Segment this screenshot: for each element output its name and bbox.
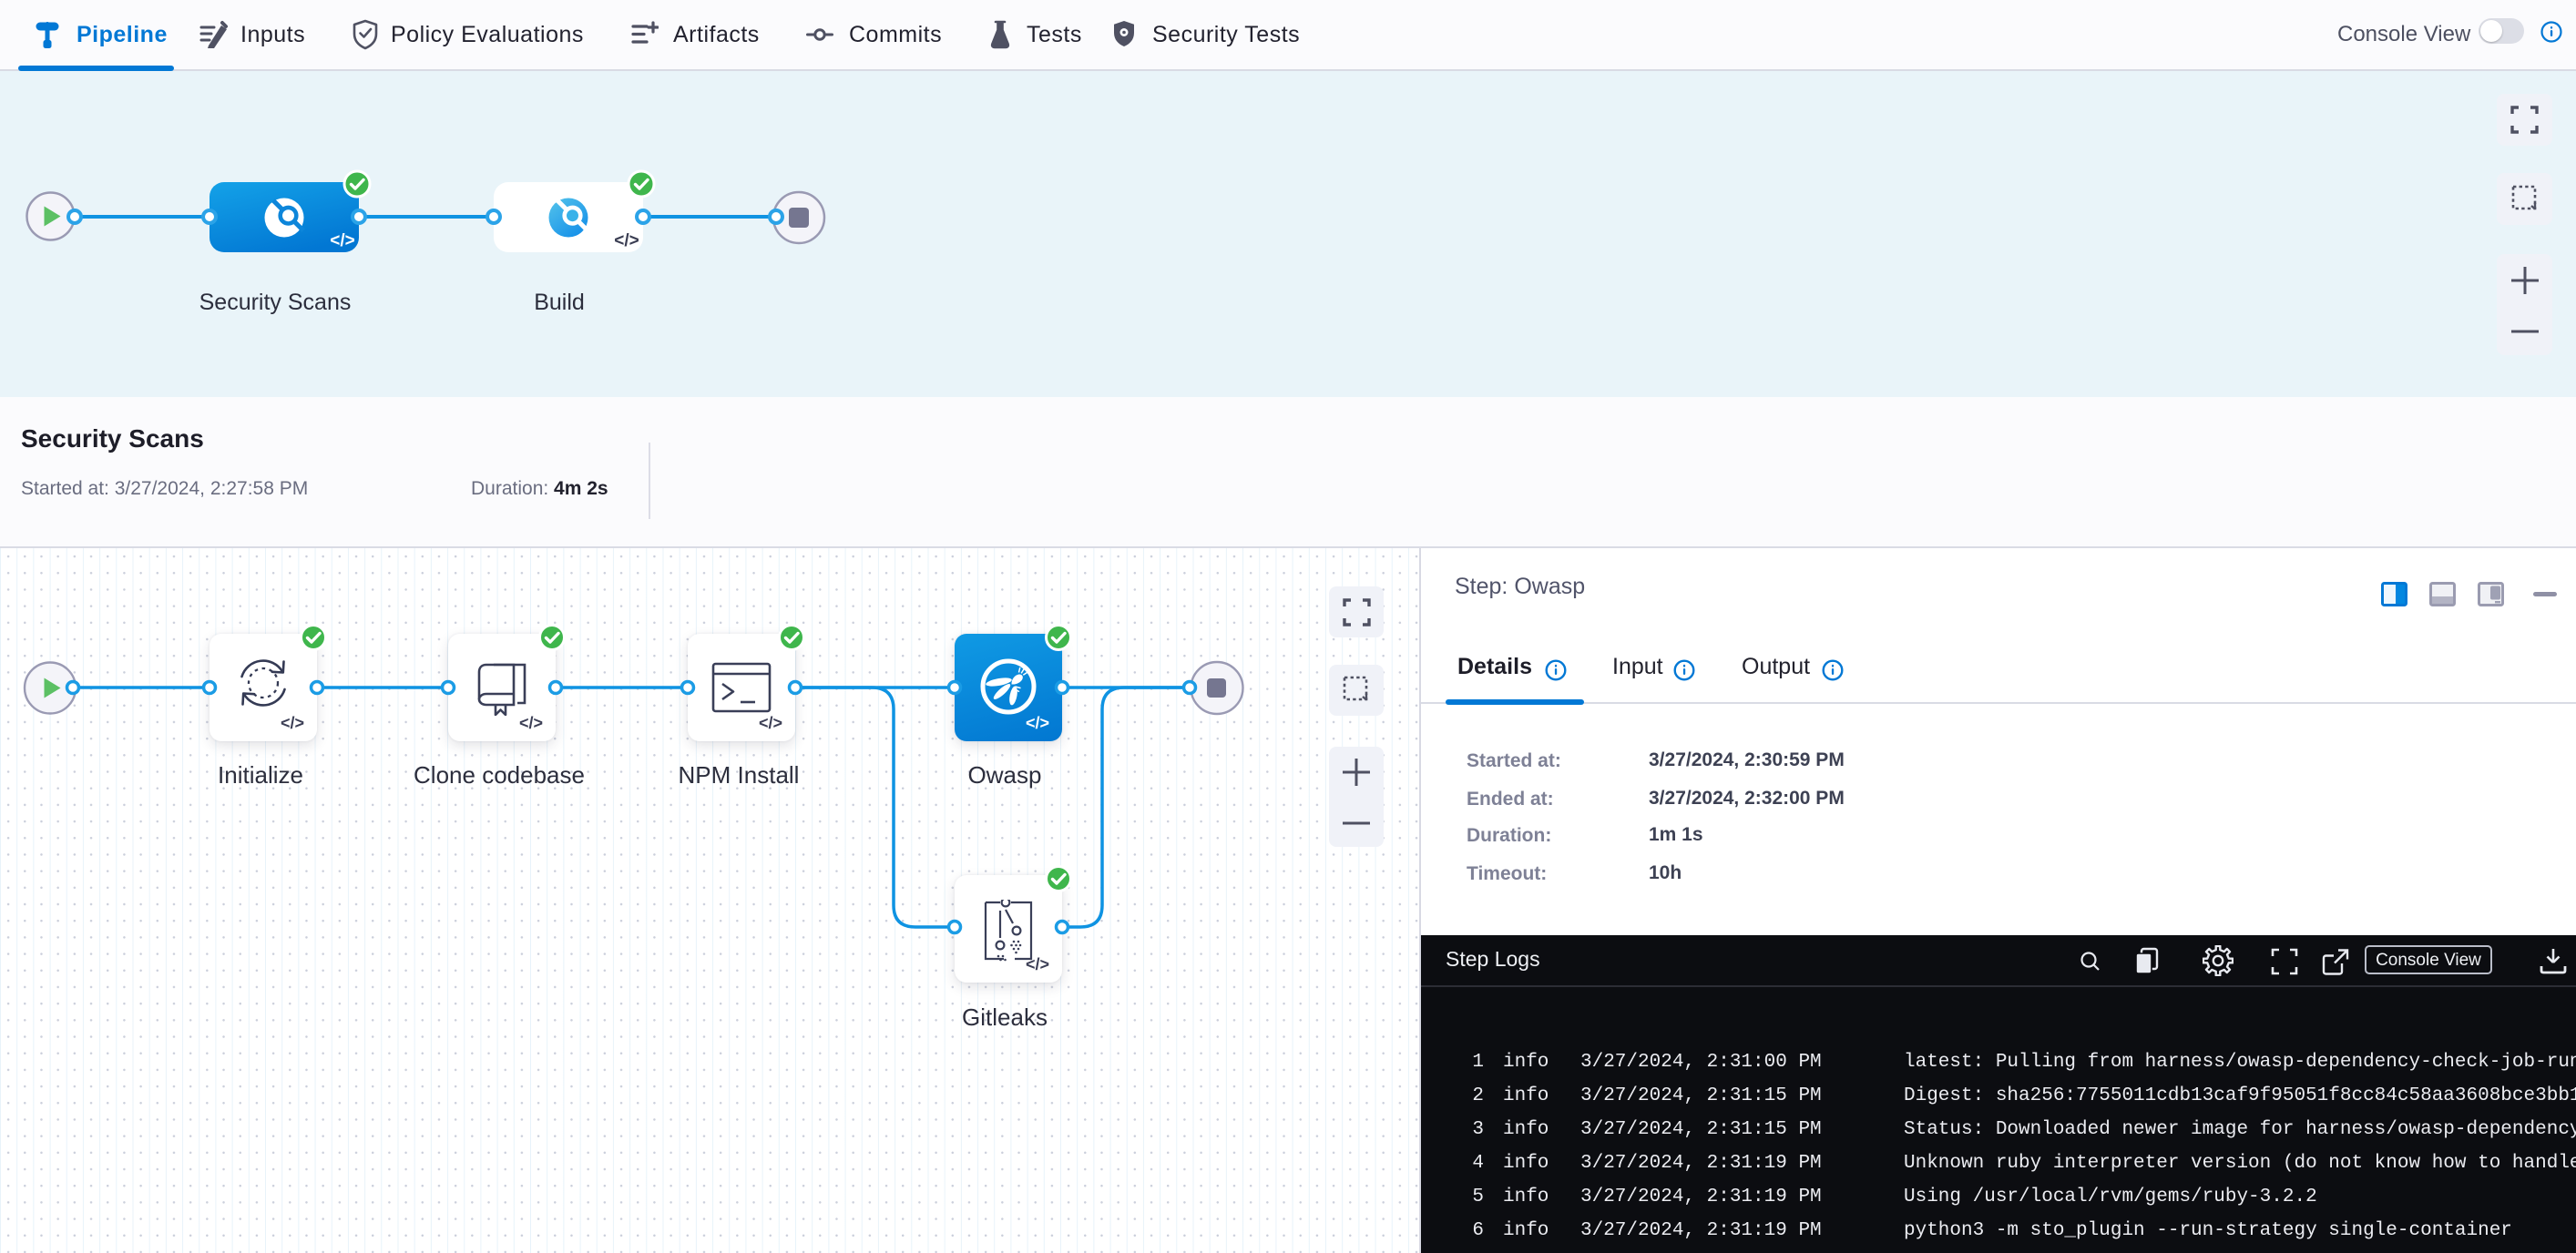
svg-text:</>: </> — [614, 231, 639, 250]
svg-text:</>: </> — [330, 231, 354, 250]
